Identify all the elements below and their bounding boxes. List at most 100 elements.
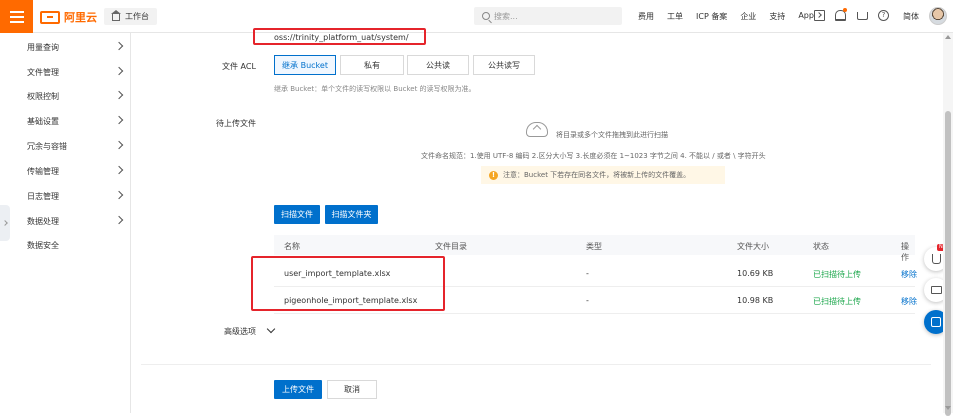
- page-scrollbar[interactable]: [943, 33, 953, 416]
- col-name: 名称: [284, 242, 300, 251]
- col-status: 状态: [813, 242, 829, 251]
- logo-mark-icon: [40, 10, 60, 24]
- scroll-thumb[interactable]: [945, 111, 951, 416]
- col-action: 操作: [901, 242, 909, 262]
- sidebar-item-label: 数据安全: [27, 240, 59, 250]
- sidebar-item-permissions[interactable]: 权限控制: [0, 84, 131, 108]
- acl-hint: 继承 Bucket：单个文件的读写权限以 Bucket 的读写权限为准。: [274, 85, 476, 93]
- acl-option-inherit[interactable]: 继承 Bucket: [274, 55, 336, 75]
- sidebar-item-data-security[interactable]: 数据安全: [0, 233, 131, 257]
- upload-submit-button[interactable]: 上传文件: [274, 380, 322, 399]
- chevron-right-icon: [114, 66, 124, 76]
- file-status: 已扫描待上传: [813, 270, 861, 279]
- file-status: 已扫描待上传: [813, 297, 861, 306]
- hamburger-menu-button[interactable]: [0, 0, 33, 33]
- sidebar-collapse-handle[interactable]: [0, 205, 10, 241]
- sidebar-item-label: 用量查询: [27, 42, 59, 52]
- chat-icon: [930, 286, 942, 294]
- acl-option-private[interactable]: 私有: [340, 55, 404, 75]
- sidebar-item-label: 文件管理: [27, 67, 59, 77]
- link-tickets[interactable]: 工单: [667, 11, 683, 22]
- acl-option-public-read-write[interactable]: 公共读写: [473, 55, 535, 75]
- scroll-up-arrow-icon[interactable]: [945, 35, 951, 39]
- logo-text: 阿里云: [64, 11, 97, 24]
- home-icon: [111, 10, 121, 21]
- upload-cloud-icon: [526, 122, 548, 137]
- sidebar-item-logs[interactable]: 日志管理: [0, 184, 131, 208]
- sidebar: 用量查询 文件管理 权限控制 基础设置 冗余与容错 传输管理 日志管理 数据处理…: [0, 33, 131, 413]
- link-enterprise[interactable]: 企业: [740, 11, 756, 22]
- scan-files-button[interactable]: 扫描文件: [274, 205, 320, 224]
- sidebar-item-usage[interactable]: 用量查询: [0, 35, 131, 59]
- avatar[interactable]: [929, 7, 947, 25]
- col-size: 文件大小: [737, 242, 769, 251]
- chevron-right-icon: [114, 90, 124, 100]
- chevron-right-icon: [114, 115, 124, 125]
- sidebar-item-label: 基础设置: [27, 116, 59, 126]
- upload-path-value: oss://trinity_platform_uat/system/: [274, 33, 409, 42]
- cancel-button[interactable]: 取消: [327, 380, 377, 399]
- link-app[interactable]: App: [798, 11, 814, 22]
- search-placeholder: 搜索...: [494, 11, 518, 21]
- link-billing[interactable]: 费用: [638, 11, 654, 22]
- col-type: 类型: [586, 242, 602, 251]
- file-size: 10.98 KB: [737, 296, 774, 305]
- chevron-right-icon: [114, 190, 124, 200]
- top-navigation-bar: 阿里云 工作台 搜索... 费用 工单 ICP 备案 企业 支持 App ? 简…: [0, 0, 953, 33]
- dropzone-text: 将目录或多个文件拖拽到此进行扫描: [556, 131, 668, 139]
- sidebar-item-label: 数据处理: [27, 216, 59, 226]
- file-name: pigeonhole_import_template.xlsx: [284, 296, 418, 305]
- sidebar-item-files[interactable]: 文件管理: [0, 60, 131, 84]
- sidebar-item-basic-settings[interactable]: 基础设置: [0, 109, 131, 133]
- file-name: user_import_template.xlsx: [284, 269, 391, 278]
- chevron-right-icon: [114, 41, 124, 51]
- col-directory: 文件目录: [435, 242, 467, 251]
- grid-icon: [931, 317, 941, 327]
- sidebar-item-label: 传输管理: [27, 166, 59, 176]
- sidebar-item-label: 权限控制: [27, 91, 59, 101]
- remove-link[interactable]: 移除: [901, 296, 917, 307]
- sidebar-item-data-processing[interactable]: 数据处理: [0, 209, 131, 233]
- chevron-right-icon: [114, 215, 124, 225]
- scroll-down-arrow-icon[interactable]: [945, 406, 951, 410]
- link-support[interactable]: 支持: [769, 11, 785, 22]
- search-input[interactable]: 搜索...: [474, 7, 622, 25]
- help-icon[interactable]: ?: [878, 10, 889, 21]
- search-icon: [482, 12, 490, 20]
- language-switch[interactable]: 简体: [903, 11, 919, 22]
- row-divider: [274, 313, 915, 314]
- row-divider: [274, 286, 915, 287]
- scan-folder-button[interactable]: 扫描文件夹: [325, 205, 378, 224]
- file-table-header: 名称 文件目录 类型 文件大小 状态 操作: [274, 235, 915, 262]
- link-icp[interactable]: ICP 备案: [696, 11, 727, 22]
- remove-link[interactable]: 移除: [901, 269, 917, 280]
- flask-icon: [931, 254, 941, 264]
- chevron-down-icon[interactable]: [266, 324, 276, 334]
- acl-label: 文件 ACL: [222, 62, 256, 71]
- cart-icon[interactable]: [857, 12, 868, 20]
- workbench-label: 工作台: [125, 12, 149, 21]
- footer-divider: [141, 364, 931, 365]
- sidebar-item-label: 冗余与容错: [27, 141, 67, 151]
- chevron-right-icon: [114, 165, 124, 175]
- acl-option-public-read[interactable]: 公共读: [407, 55, 469, 75]
- naming-rule-text: 文件命名规范：1.使用 UTF-8 编码 2.区分大小写 3.长度必须在 1~1…: [421, 152, 766, 160]
- file-type: -: [586, 269, 589, 278]
- sidebar-item-transfer[interactable]: 传输管理: [0, 159, 131, 183]
- notification-dot: [843, 8, 847, 12]
- top-links: 费用 工单 ICP 备案 企业 支持 App: [638, 11, 827, 22]
- file-type: -: [586, 296, 589, 305]
- file-size: 10.69 KB: [737, 269, 774, 278]
- workbench-button[interactable]: 工作台: [104, 8, 157, 25]
- warning-text: 注意：Bucket 下若存在同名文件，将被新上传的文件覆盖。: [503, 171, 691, 179]
- console-icon[interactable]: [814, 10, 825, 21]
- sidebar-item-redundancy[interactable]: 冗余与容错: [0, 134, 131, 158]
- chevron-right-icon: [114, 140, 124, 150]
- upload-files-label: 待上传文件: [216, 119, 256, 128]
- advanced-options-label[interactable]: 高级选项: [224, 326, 256, 337]
- chevron-right-icon: [2, 220, 8, 226]
- aliyun-logo[interactable]: 阿里云: [40, 9, 97, 25]
- sidebar-item-label: 日志管理: [27, 191, 59, 201]
- warning-icon: !: [489, 170, 498, 180]
- overwrite-warning: ! 注意：Bucket 下若存在同名文件，将被新上传的文件覆盖。: [481, 166, 725, 184]
